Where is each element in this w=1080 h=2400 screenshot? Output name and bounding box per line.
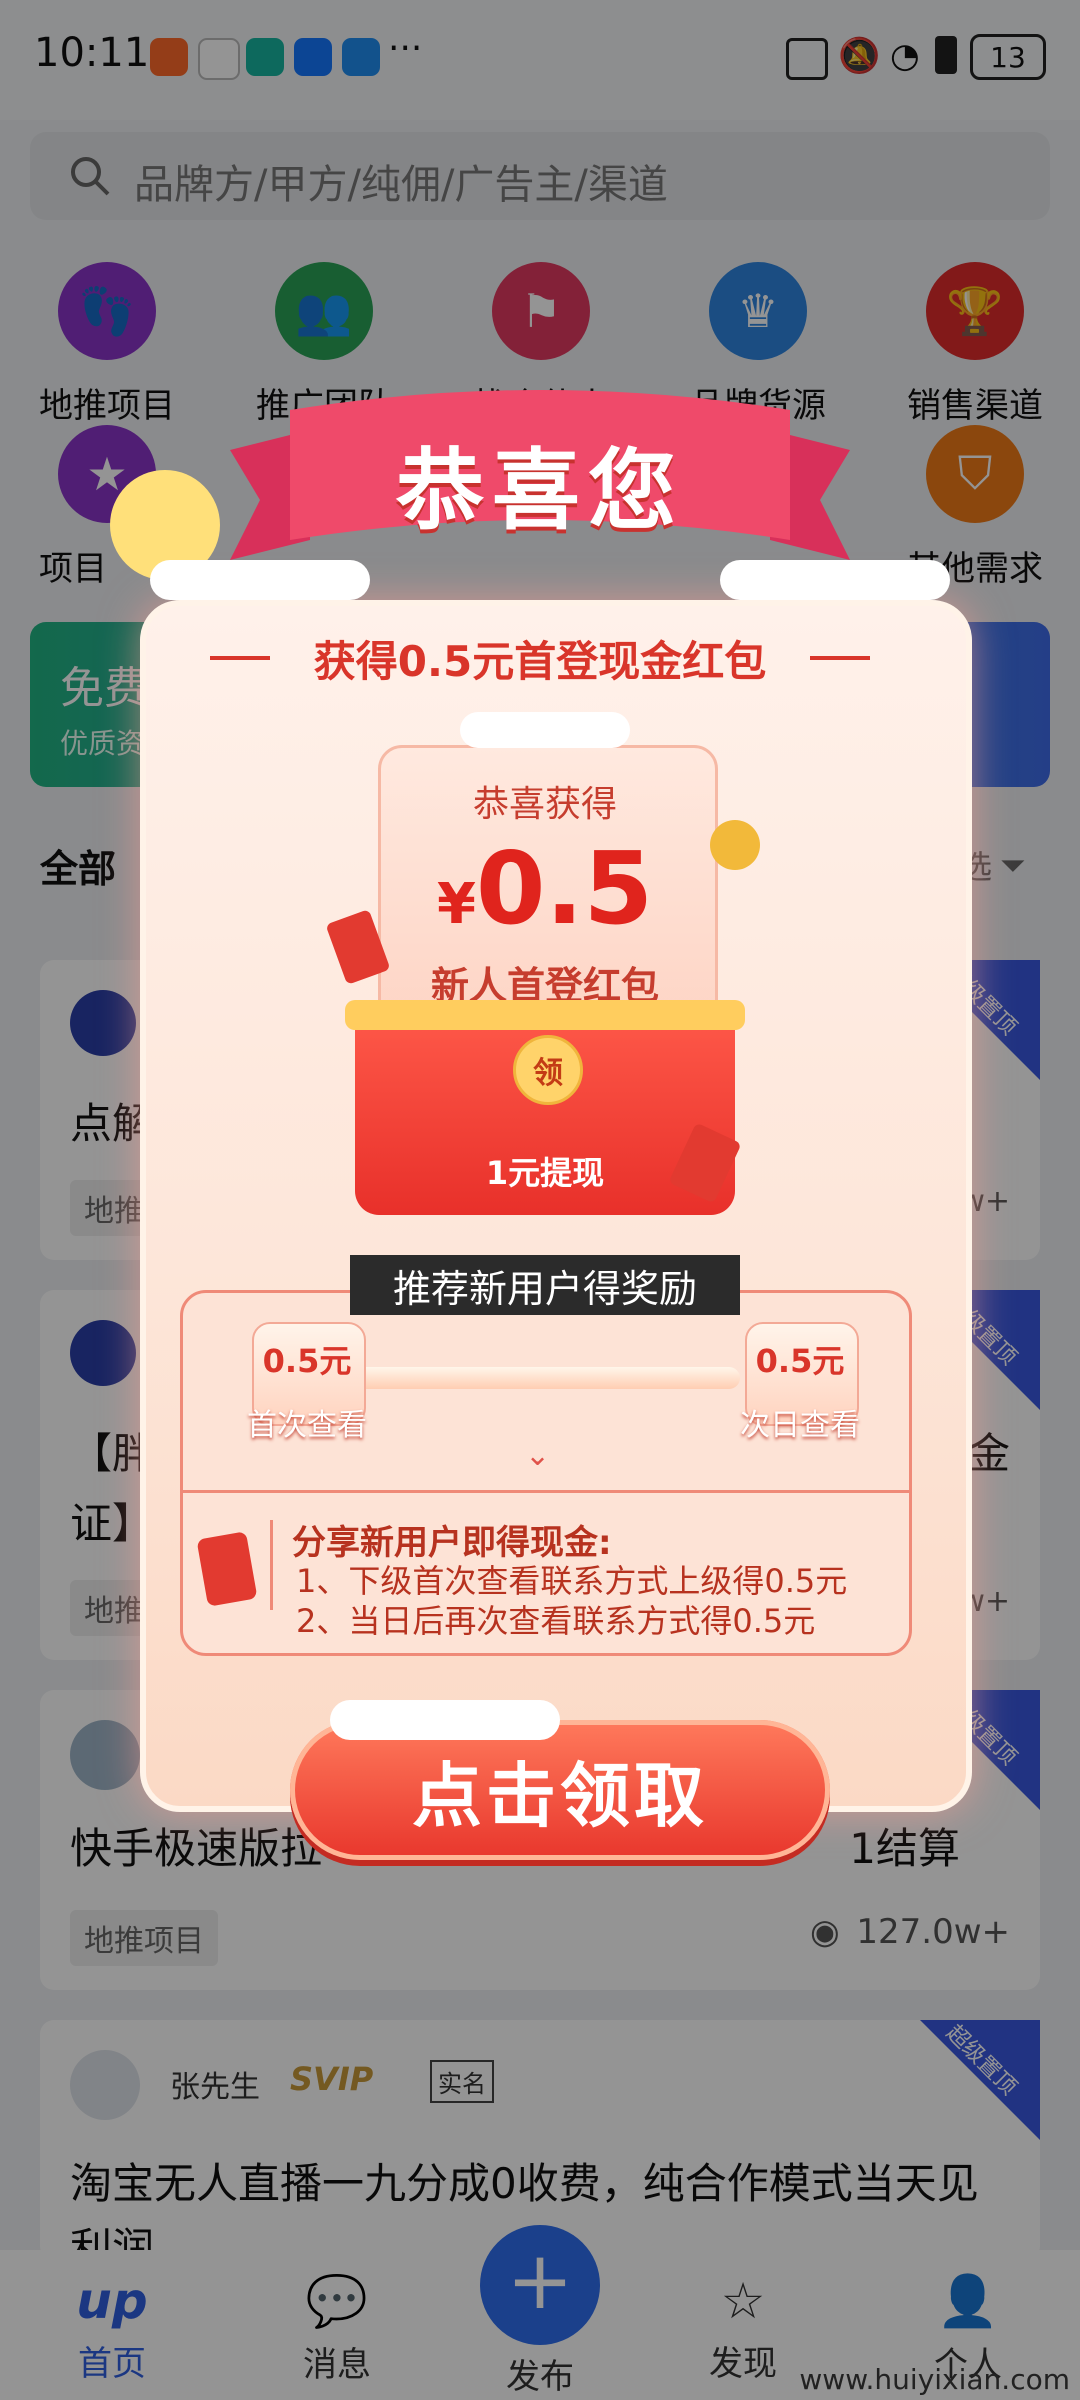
step-label: 次日查看 (740, 1408, 860, 1443)
snow-decoration (720, 560, 950, 600)
currency-symbol: ¥ (436, 872, 476, 937)
claim-button[interactable]: 点击领取 (290, 1720, 830, 1860)
modal-title: 恭喜您 (395, 439, 684, 542)
step-amount: 0.5元 (262, 1342, 352, 1380)
snow-decoration (460, 712, 630, 748)
envelope-rim (345, 1000, 745, 1030)
snow-decoration (330, 1700, 560, 1740)
referral-divider (180, 1490, 910, 1493)
reward-amount: ¥0.5 (378, 830, 712, 947)
step-amount: 0.5元 (755, 1342, 845, 1380)
envelope-seal: 领 (513, 1035, 583, 1105)
share-divider (270, 1520, 273, 1610)
watermark: www.huiyixian.com (799, 2363, 1070, 2396)
snow-decoration (150, 560, 370, 600)
coin-icon (710, 820, 760, 870)
referral-header: 推荐新用户得奖励 (350, 1255, 740, 1315)
reward-amount-value: 0.5 (475, 830, 654, 947)
step-label: 首次查看 (247, 1408, 367, 1443)
share-rule: 2、当日后再次查看联系方式得0.5元 (296, 1602, 816, 1640)
modal-subtitle: 获得0.5元首登现金红包 (313, 637, 767, 686)
chevron-down-icon: ⌄ (525, 1438, 551, 1473)
reward-card-title: 恭喜获得 (472, 784, 617, 825)
referral-progress-track (340, 1367, 740, 1389)
